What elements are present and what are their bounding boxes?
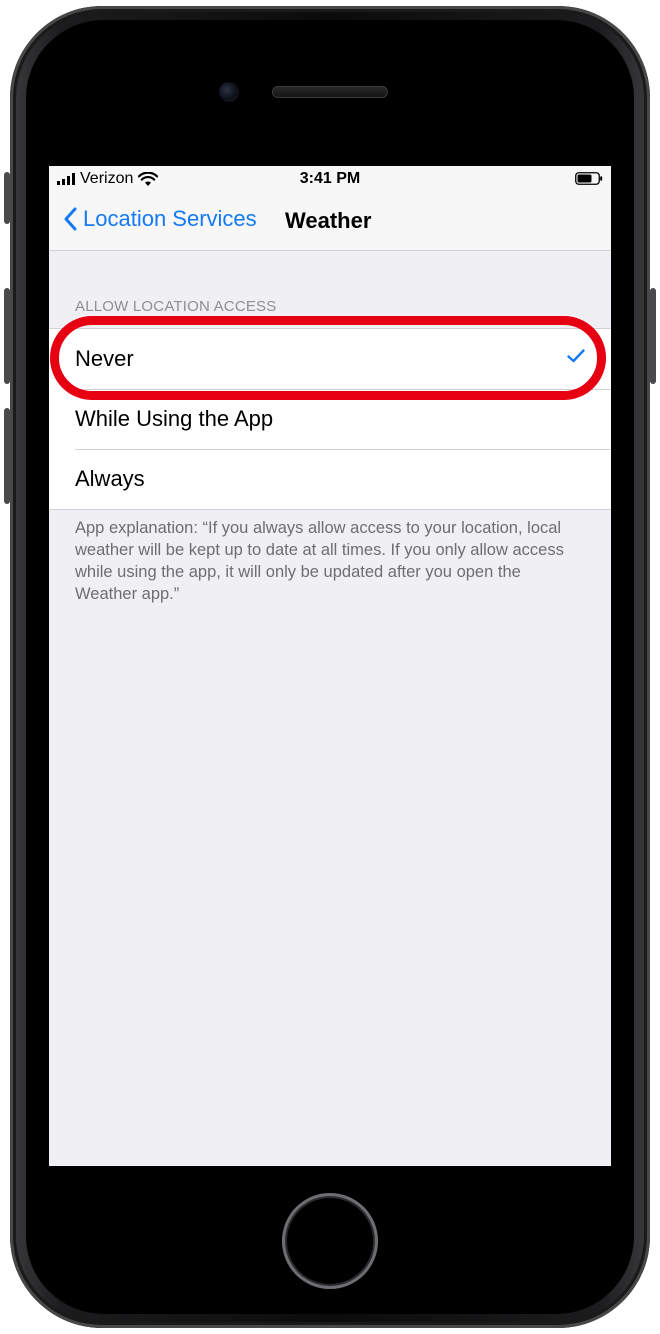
option-never[interactable]: Never xyxy=(49,329,611,389)
option-label: Always xyxy=(75,466,145,491)
battery-icon xyxy=(575,172,603,185)
checkmark-icon xyxy=(567,349,585,363)
page-title: Weather xyxy=(285,208,372,233)
earpiece-speaker xyxy=(272,86,388,98)
power-button xyxy=(650,288,656,384)
mute-switch xyxy=(4,172,10,224)
back-button[interactable]: Location Services xyxy=(63,206,257,232)
option-label: While Using the App xyxy=(75,406,274,431)
back-button-label: Location Services xyxy=(83,206,257,231)
status-time: 3:41 PM xyxy=(299,170,361,187)
volume-up-button xyxy=(4,288,10,384)
option-label: Never xyxy=(75,346,134,371)
section-header: ALLOW LOCATION ACCESS xyxy=(75,298,277,315)
home-button[interactable] xyxy=(282,1193,378,1289)
volume-down-button xyxy=(4,408,10,504)
screen: Verizon 3:41 PM Location Services Weathe… xyxy=(49,166,611,1166)
chevron-left-icon xyxy=(64,207,77,231)
status-bar: Verizon 3:41 PM xyxy=(49,166,611,192)
option-always[interactable]: Always xyxy=(49,449,611,509)
location-access-options: Never While Using the App Always xyxy=(49,328,611,510)
option-while-using[interactable]: While Using the App xyxy=(49,389,611,449)
front-camera xyxy=(219,82,239,102)
app-explanation: App explanation: “If you always allow ac… xyxy=(75,519,564,603)
navigation-bar: Location Services Weather xyxy=(49,192,611,251)
